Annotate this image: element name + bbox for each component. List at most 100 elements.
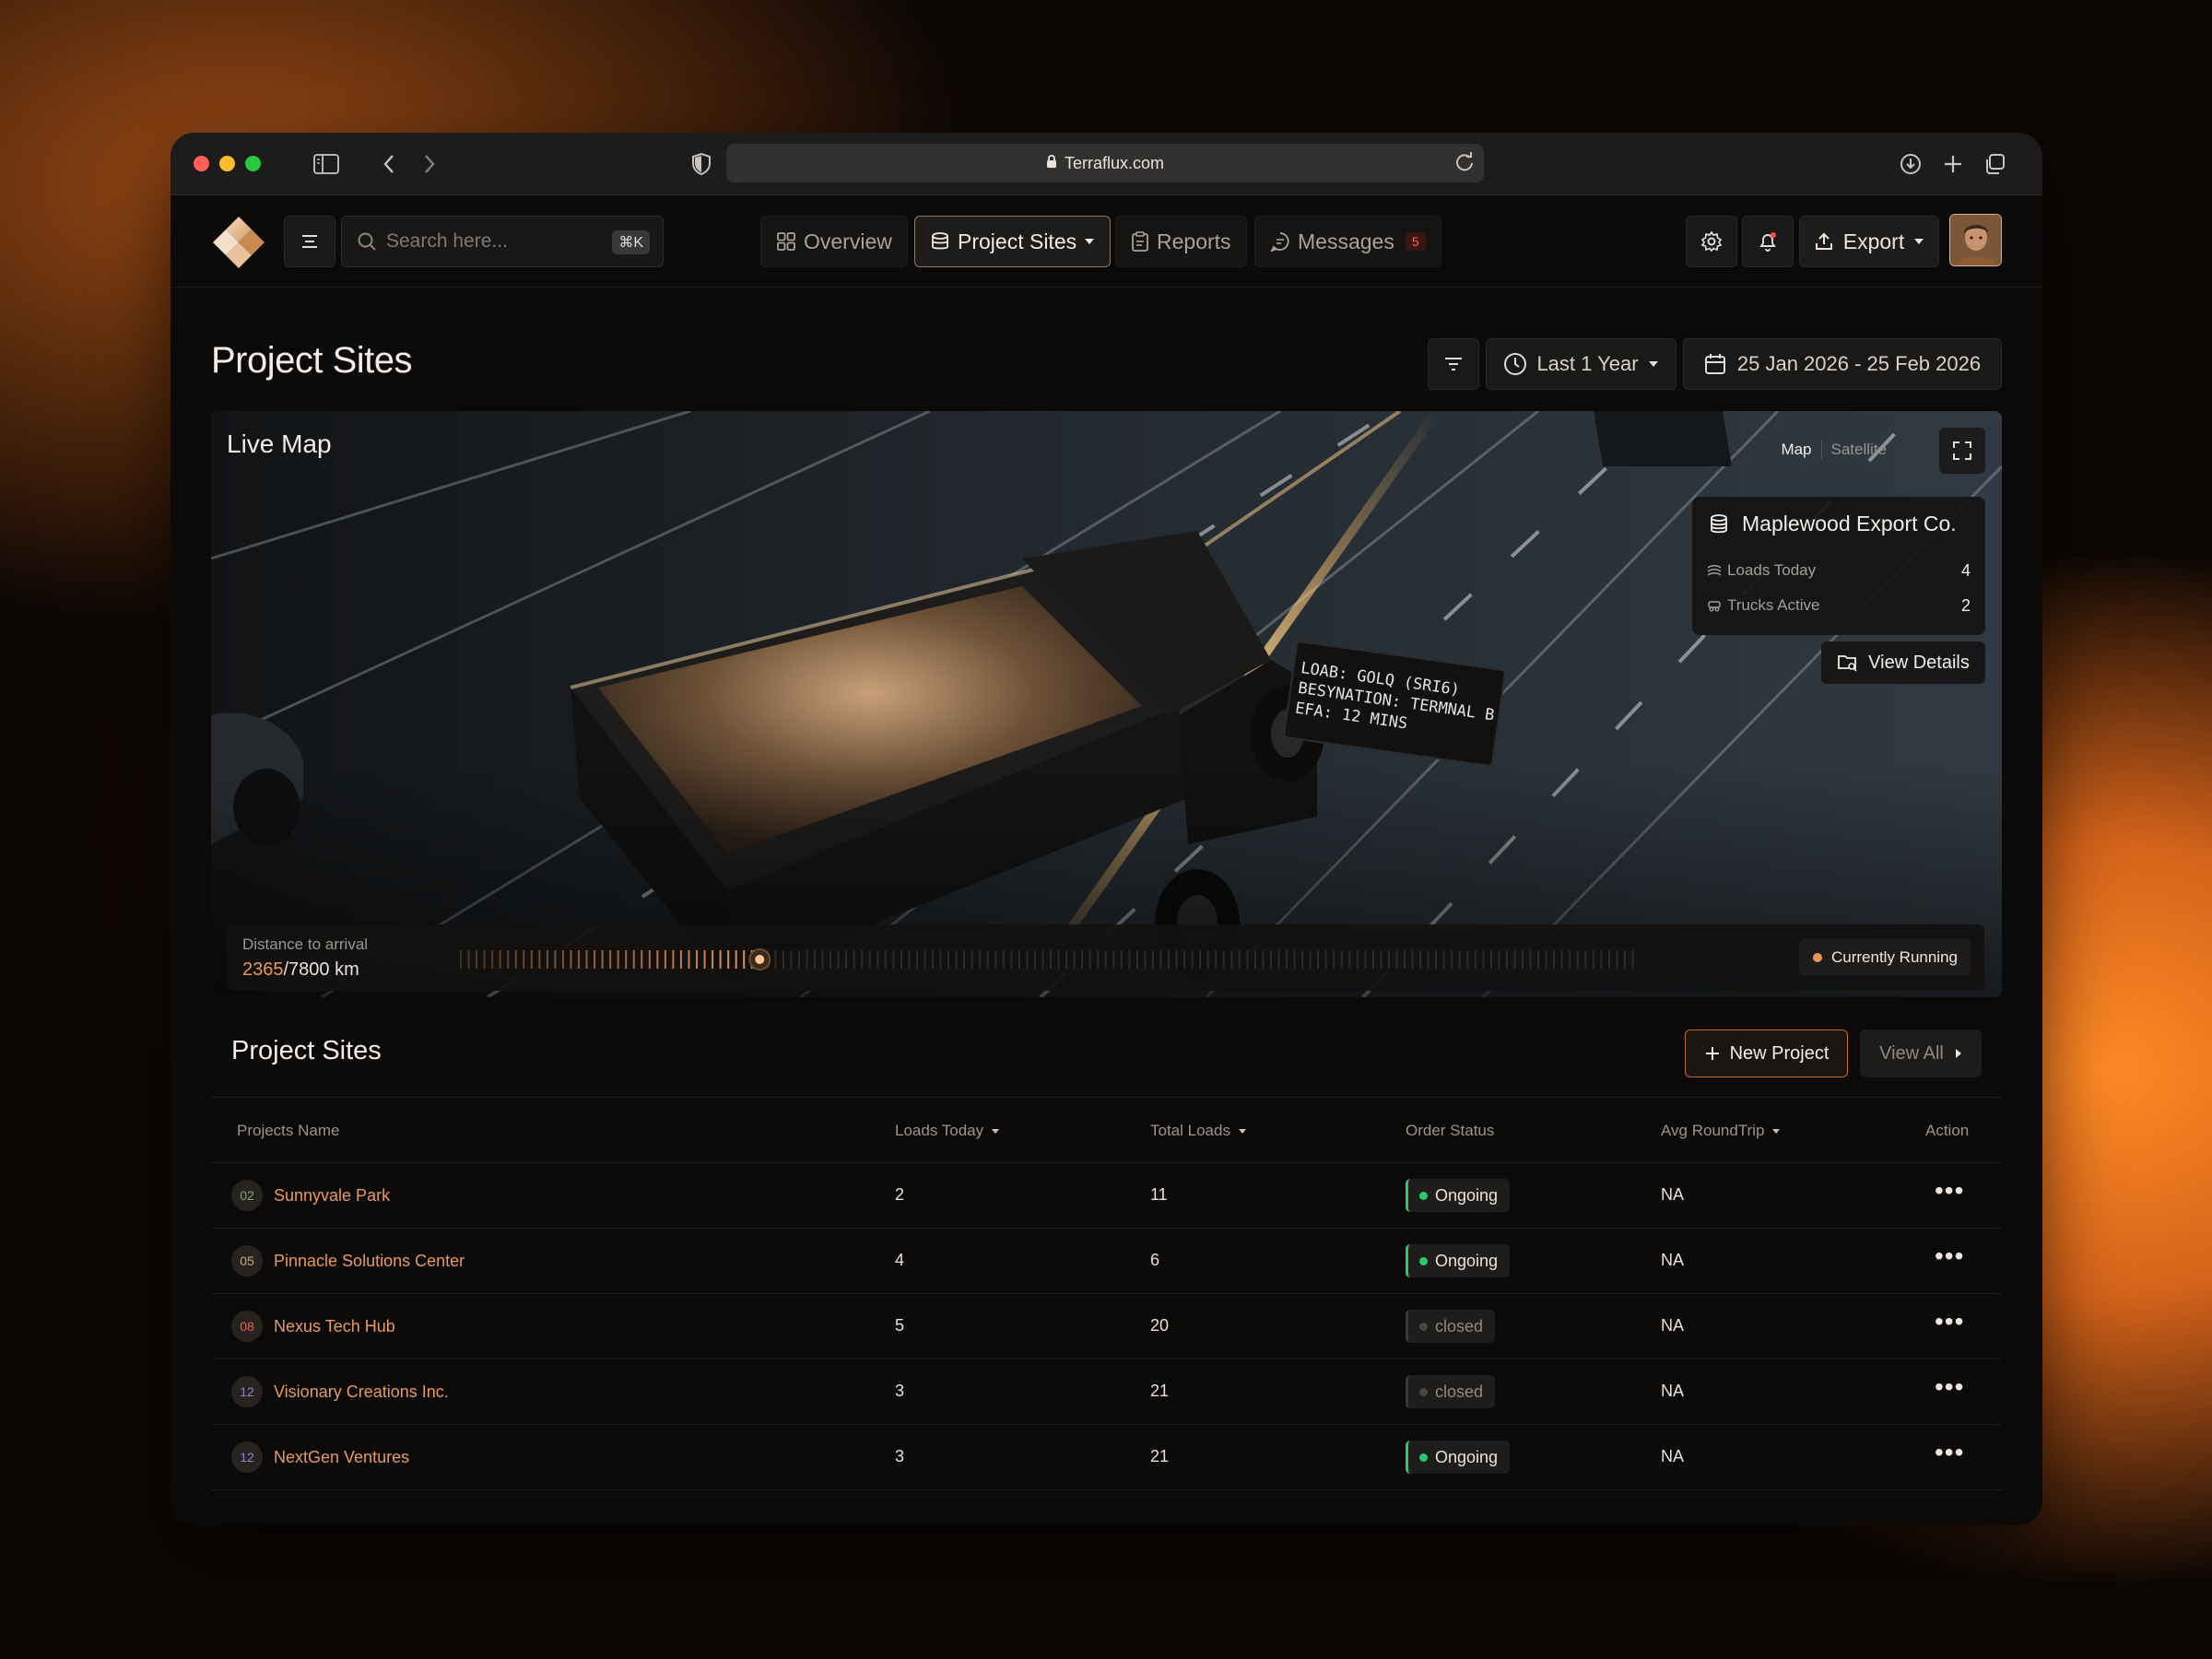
gear-icon	[1700, 230, 1723, 253]
project-name[interactable]: Sunnyvale Park	[274, 1186, 390, 1206]
tab-overview-label: Overview	[804, 229, 892, 253]
map-title: Live Map	[227, 429, 332, 458]
close-window-button[interactable]	[194, 156, 209, 171]
fullscreen-button[interactable]	[1939, 428, 1985, 474]
address-url: Terraflux.com	[1064, 153, 1165, 172]
column-header-order-status[interactable]: Order Status	[1406, 1122, 1494, 1140]
table-row[interactable]: 08 Nexus Tech Hub 5 20 closed NA •••	[211, 1294, 2002, 1359]
table-row[interactable]: 05 Pinnacle Solutions Center 4 6 Ongoing…	[211, 1229, 2002, 1294]
map-view-option[interactable]: Map	[1781, 441, 1811, 459]
view-details-button[interactable]: View Details	[1821, 641, 1985, 684]
caret-down-icon	[1085, 239, 1095, 244]
column-header-label: Action	[1925, 1122, 1970, 1139]
more-actions-icon[interactable]: •••	[1935, 1241, 1964, 1271]
more-actions-icon[interactable]: •••	[1935, 1176, 1964, 1206]
view-all-label: View All	[1879, 1042, 1944, 1064]
fullscreen-icon	[1953, 441, 1971, 460]
distance-label: Distance to arrival	[242, 935, 369, 953]
sort-caret-icon	[1238, 1128, 1246, 1134]
project-name-cell[interactable]: 05 Pinnacle Solutions Center	[231, 1245, 465, 1277]
loads-today-value: 4	[1960, 560, 1971, 580]
address-bar[interactable]: Terraflux.com	[726, 144, 1484, 182]
loads-today-cell: 3	[895, 1382, 905, 1400]
privacy-shield-icon[interactable]	[687, 149, 716, 179]
distance-current: 2365	[242, 959, 284, 980]
divider	[1820, 441, 1822, 459]
new-tab-icon[interactable]	[1938, 149, 1968, 179]
table-row[interactable]: 12 Visionary Creations Inc. 3 21 closed …	[211, 1359, 2002, 1425]
downloads-icon[interactable]	[1896, 149, 1925, 179]
calendar-icon	[1704, 354, 1725, 374]
table-row[interactable]: 02 Sunnyvale Park 2 11 Ongoing NA •••	[211, 1163, 2002, 1229]
tab-project-sites[interactable]: Project Sites	[914, 216, 1112, 267]
order-status-badge: Ongoing	[1406, 1179, 1511, 1212]
sidebar-toggle-icon[interactable]	[312, 149, 341, 179]
project-name-cell[interactable]: 02 Sunnyvale Park	[231, 1180, 390, 1211]
upload-icon	[1815, 232, 1832, 250]
more-actions-icon[interactable]: •••	[1935, 1372, 1964, 1402]
tab-overview-icon[interactable]	[1980, 149, 2009, 179]
settings-button[interactable]	[1686, 216, 1737, 267]
total-loads-cell: 11	[1150, 1185, 1168, 1204]
user-avatar-image	[1950, 215, 2001, 265]
reload-icon[interactable]	[1454, 152, 1475, 177]
project-name-cell[interactable]: 12 Visionary Creations Inc.	[231, 1376, 449, 1407]
column-header-loads-today[interactable]: Loads Today	[895, 1122, 1000, 1140]
column-header-label: Loads Today	[895, 1122, 984, 1139]
minimize-window-button[interactable]	[219, 156, 235, 171]
order-status-badge: closed	[1406, 1310, 1496, 1343]
zoom-window-button[interactable]	[245, 156, 261, 171]
project-name-cell[interactable]: 12 NextGen Ventures	[231, 1441, 409, 1473]
back-icon[interactable]	[374, 149, 404, 179]
time-range-select[interactable]: Last 1 Year	[1486, 338, 1677, 390]
folder-route-icon	[1838, 655, 1857, 672]
notifications-button[interactable]	[1742, 216, 1794, 267]
distance-track[interactable]	[459, 947, 1639, 971]
order-status-badge: Ongoing	[1406, 1244, 1511, 1277]
tab-overview[interactable]: Overview	[760, 216, 908, 267]
search-input[interactable]: Search here... ⌘K	[341, 216, 664, 267]
column-header-label: Order Status	[1406, 1122, 1495, 1139]
project-name-cell[interactable]: 08 Nexus Tech Hub	[231, 1311, 395, 1342]
app-header: Search here... ⌘K Overview Project Sites…	[171, 195, 2042, 288]
view-details-label: View Details	[1868, 652, 1970, 673]
project-name[interactable]: NextGen Ventures	[274, 1448, 409, 1467]
site-info-card: Maplewood Export Co. Loads Today 4 Truck…	[1692, 497, 1985, 635]
grid-icon	[777, 232, 795, 251]
chat-bubble-icon	[1270, 232, 1289, 252]
tab-messages[interactable]: Messages 5	[1254, 216, 1441, 267]
project-name[interactable]: Pinnacle Solutions Center	[274, 1252, 465, 1271]
loads-today-cell: 5	[895, 1316, 905, 1335]
satellite-view-option[interactable]: Satellite	[1831, 441, 1887, 459]
column-header-name[interactable]: Projects Name	[237, 1122, 339, 1140]
new-project-button[interactable]: New Project	[1685, 1030, 1848, 1077]
view-all-button[interactable]: View All	[1860, 1030, 1982, 1077]
trucks-active-label: Trucks Active	[1727, 596, 1820, 614]
project-id-badge: 12	[231, 1376, 263, 1407]
column-header-label: Total Loads	[1150, 1122, 1230, 1139]
table-row[interactable]: 12 NextGen Ventures 3 21 Ongoing NA •••	[211, 1425, 2002, 1490]
sort-caret-icon	[1772, 1128, 1781, 1134]
forward-icon[interactable]	[415, 149, 444, 179]
table-body: 02 Sunnyvale Park 2 11 Ongoing NA ••• 05…	[211, 1163, 2002, 1490]
column-header-avg-roundtrip[interactable]: Avg RoundTrip	[1661, 1122, 1781, 1140]
date-range-picker[interactable]: 25 Jan 2026 - 25 Feb 2026	[1683, 338, 2002, 390]
map-view-toggle: Map Satellite	[1781, 441, 1887, 459]
loads-icon	[1707, 565, 1722, 576]
time-range-label: Last 1 Year	[1536, 352, 1639, 375]
export-button[interactable]: Export	[1799, 216, 1939, 267]
project-name[interactable]: Nexus Tech Hub	[274, 1317, 395, 1336]
column-header-total-loads[interactable]: Total Loads	[1150, 1122, 1247, 1140]
terraflux-logo[interactable]	[211, 215, 266, 270]
tab-reports[interactable]: Reports	[1115, 216, 1247, 267]
caret-down-icon	[1648, 361, 1658, 367]
project-name[interactable]: Visionary Creations Inc.	[274, 1382, 449, 1402]
browser-toolbar: Terraflux.com	[171, 133, 2042, 195]
more-actions-icon[interactable]: •••	[1935, 1307, 1964, 1336]
more-actions-icon[interactable]: •••	[1935, 1438, 1964, 1467]
menu-button[interactable]	[284, 216, 335, 267]
caret-down-icon	[1914, 239, 1924, 244]
avatar[interactable]	[1949, 214, 2002, 266]
filter-button[interactable]	[1428, 338, 1479, 390]
live-map[interactable]: LOAB: GOLQ (SRI6) BESYNATION: TERMNAL B …	[211, 411, 2002, 997]
